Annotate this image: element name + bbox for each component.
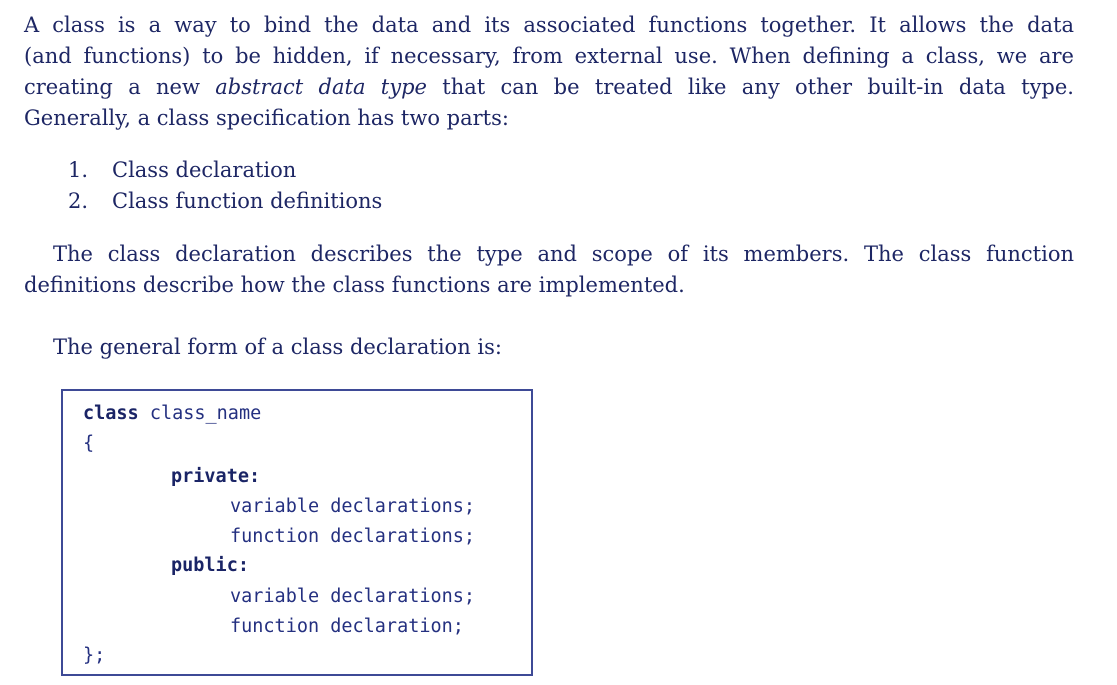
list-item: 1. Class declaration xyxy=(68,155,382,186)
code-close-brace: }; xyxy=(83,645,106,666)
abstract-data-type-term: abstract data type xyxy=(215,75,427,99)
private-variable-declarations: variable declarations; xyxy=(230,496,476,517)
list-item-number: 2. xyxy=(68,189,89,213)
declaration-line-2: definitions describe how the class funct… xyxy=(24,273,685,297)
code-block: class class_name { private: variable dec… xyxy=(61,389,533,676)
intro-line-3: creating a new abstract data type that c… xyxy=(24,72,1074,103)
private-function-declarations: function declarations; xyxy=(230,526,476,547)
intro-line-1: A class is a way to bind the data and it… xyxy=(24,13,1074,37)
intro-line-4: Generally, a class specification has two… xyxy=(24,106,509,130)
document-page: A class is a way to bind the data and it… xyxy=(0,0,1117,685)
general-form-caption: The general form of a class declaration … xyxy=(53,335,502,359)
intro-line-3-end: that can be treated like any other built… xyxy=(426,75,1074,99)
public-function-declaration: function declaration; xyxy=(230,616,464,637)
list-item-label: Class declaration xyxy=(112,158,297,182)
intro-line-2: (and functions) to be hidden, if necessa… xyxy=(24,44,1074,68)
public-keyword: public: xyxy=(171,555,249,576)
class-name-text: class_name xyxy=(138,403,262,424)
code-open-brace: { xyxy=(83,433,95,454)
public-variable-declarations: variable declarations; xyxy=(230,586,476,607)
private-keyword: private: xyxy=(171,466,261,487)
list-item-label: Class function definitions xyxy=(112,189,383,213)
intro-paragraph: A class is a way to bind the data and it… xyxy=(24,10,1074,134)
list-item-number: 1. xyxy=(68,158,89,182)
class-parts-list: 1. Class declaration 2. Class function d… xyxy=(68,155,382,217)
declaration-paragraph: The class declaration describes the type… xyxy=(24,239,1074,301)
intro-line-3-start: creating a new xyxy=(24,75,216,99)
list-item: 2. Class function definitions xyxy=(68,186,382,217)
class-keyword: class xyxy=(83,403,139,424)
declaration-line-1: The class declaration describes the type… xyxy=(53,242,1074,266)
code-line-class: class class_name xyxy=(83,399,261,429)
